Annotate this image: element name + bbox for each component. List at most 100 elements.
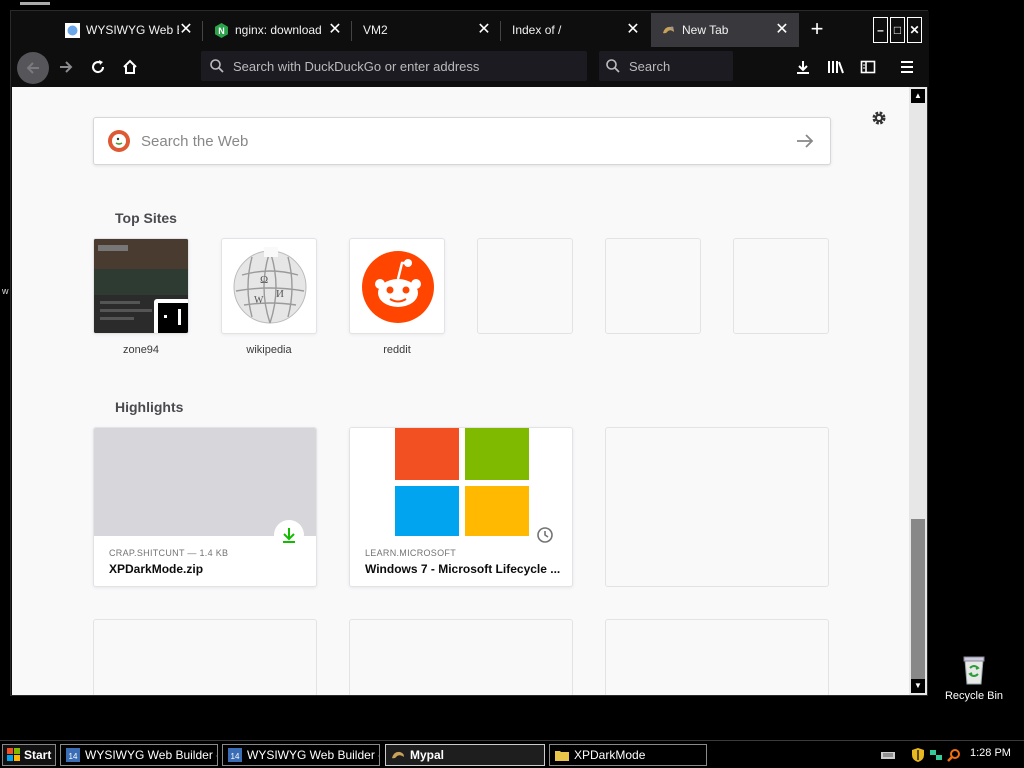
tab-bar: WYSIWYG Web Bu ✕ N nginx: download ✕ VM2… <box>11 11 929 47</box>
taskbar-item-wysiwyg-1[interactable]: 14 WYSIWYG Web Builder - ... <box>60 744 218 766</box>
highlight-card-download[interactable]: CRAP.SHITCUNT — 1.4 KB XPDarkMode.zip <box>93 427 317 587</box>
top-sites-heading: Top Sites <box>115 210 177 226</box>
nav-toolbar <box>11 47 929 87</box>
top-site-empty[interactable] <box>605 238 701 334</box>
address-bar[interactable] <box>201 51 587 81</box>
highlight-card-empty <box>605 619 829 695</box>
firefox-icon <box>661 23 676 38</box>
top-site-label: zone94 <box>122 344 160 356</box>
highlight-card-empty <box>93 619 317 695</box>
tab-new-tab[interactable]: New Tab ✕ <box>651 13 799 47</box>
new-tab-button[interactable]: + <box>807 18 827 40</box>
sidebar-button[interactable] <box>856 55 880 79</box>
clock[interactable]: 1:28 PM <box>970 747 1011 759</box>
desktop-fragment-text: w <box>2 286 9 296</box>
gear-icon[interactable] <box>870 109 888 127</box>
address-input[interactable] <box>233 58 533 74</box>
vertical-scrollbar[interactable]: ▲ ▼ <box>909 87 927 695</box>
tab-wysiwyg[interactable]: WYSIWYG Web Bu ✕ <box>55 13 203 47</box>
home-button[interactable] <box>118 55 142 79</box>
recycle-bin-label: Recycle Bin <box>944 690 1004 702</box>
scroll-thumb[interactable] <box>911 519 925 679</box>
reload-button[interactable] <box>86 55 110 79</box>
library-icon <box>828 61 844 74</box>
highlight-card-microsoft[interactable]: LEARN.MICROSOFT Windows 7 - Microsoft Li… <box>349 427 573 587</box>
mypal-icon <box>390 747 406 763</box>
reload-icon <box>92 60 105 74</box>
top-site-reddit[interactable]: reddit <box>349 238 445 356</box>
card-title: Windows 7 - Microsoft Lifecycle ... <box>365 562 561 576</box>
wysiwyg-icon: 14 <box>65 747 81 763</box>
desktop-fragment <box>20 2 50 5</box>
keyboard-icon[interactable] <box>880 747 896 763</box>
close-tab-icon[interactable]: ✕ <box>626 22 640 38</box>
tab-title: WYSIWYG Web Bu <box>86 23 179 37</box>
tab-nginx[interactable]: N nginx: download ✕ <box>204 13 352 47</box>
scroll-up-arrow-icon[interactable]: ▲ <box>911 89 925 103</box>
search-bar[interactable] <box>599 51 733 81</box>
back-button[interactable] <box>17 52 49 84</box>
top-site-empty[interactable] <box>477 238 573 334</box>
top-site-zone94[interactable]: zone94 <box>93 238 189 356</box>
wikipedia-globe-icon: ΩИ W <box>233 247 307 324</box>
tab-title: New Tab <box>682 23 729 37</box>
sidebar-icon <box>860 60 876 74</box>
close-tab-icon[interactable]: ✕ <box>328 22 342 38</box>
svg-text:14: 14 <box>231 752 240 761</box>
tab-vm2[interactable]: VM2 ✕ <box>353 13 501 47</box>
taskbar: Start 14 WYSIWYG Web Builder - ... 14 WY… <box>0 740 1024 768</box>
scroll-down-arrow-icon[interactable]: ▼ <box>911 679 925 693</box>
svg-text:14: 14 <box>69 752 78 761</box>
menu-button[interactable] <box>895 55 919 79</box>
close-tab-icon[interactable]: ✕ <box>477 22 491 38</box>
svg-text:W: W <box>254 295 264 306</box>
web-search-input[interactable] <box>141 132 794 150</box>
zone94-thumbnail <box>93 238 189 334</box>
close-window-button[interactable]: ✕ <box>907 17 922 43</box>
security-shield-icon[interactable] <box>910 747 926 763</box>
history-badge <box>530 520 560 550</box>
windows-logo-icon <box>7 748 20 761</box>
top-site-empty[interactable] <box>733 238 829 334</box>
arrow-right-icon <box>60 61 73 73</box>
new-tab-page: Top Sites zone94 ΩИW wikipedia redd <box>12 87 909 695</box>
home-icon <box>123 59 137 74</box>
recycle-bin[interactable]: Recycle Bin <box>940 654 1008 702</box>
taskbar-item-wysiwyg-2[interactable]: 14 WYSIWYG Web Builder - ... <box>222 744 380 766</box>
taskbar-item-label: XPDarkMode <box>574 748 646 762</box>
top-site-label: wikipedia <box>246 344 292 356</box>
card-source: CRAP.SHITCUNT — 1.4 KB <box>109 548 229 558</box>
download-icon <box>797 61 809 74</box>
maximize-button[interactable]: □ <box>890 17 905 43</box>
svg-text:И: И <box>276 288 284 300</box>
top-site-label: reddit <box>383 344 411 356</box>
tab-index-of[interactable]: Index of / ✕ <box>502 13 650 47</box>
empty-tile <box>733 238 829 334</box>
tab-title: nginx: download <box>235 23 322 37</box>
taskbar-item-mypal[interactable]: Mypal <box>385 744 545 766</box>
arrow-left-icon <box>26 62 39 74</box>
close-tab-icon[interactable]: ✕ <box>775 22 789 38</box>
downloads-button[interactable] <box>791 55 815 79</box>
tab-title: Index of / <box>512 23 562 37</box>
close-tab-icon[interactable]: ✕ <box>179 22 193 38</box>
top-site-wikipedia[interactable]: ΩИ W wikipedia <box>221 238 317 356</box>
library-button[interactable] <box>824 55 848 79</box>
minimize-button[interactable]: – <box>873 17 888 43</box>
highlight-card-empty <box>349 619 573 695</box>
nginx-icon: N <box>214 22 229 38</box>
highlight-card-empty <box>605 427 829 587</box>
card-source: LEARN.MICROSOFT <box>365 548 457 558</box>
taskbar-item-xpdarkmode[interactable]: XPDarkMode <box>549 744 707 766</box>
forward-button[interactable] <box>54 55 78 79</box>
search-input[interactable] <box>629 58 719 74</box>
search-tray-icon[interactable] <box>946 747 962 763</box>
taskbar-item-label: WYSIWYG Web Builder - ... <box>247 748 379 762</box>
start-button[interactable]: Start <box>2 744 56 766</box>
wysiwyg-icon: 14 <box>227 747 243 763</box>
empty-tile <box>605 238 701 334</box>
web-search-box[interactable] <box>93 117 831 165</box>
network-icon[interactable] <box>928 747 944 763</box>
arrow-right-icon[interactable] <box>794 130 816 152</box>
wikipedia-tile: ΩИ W <box>221 238 317 334</box>
